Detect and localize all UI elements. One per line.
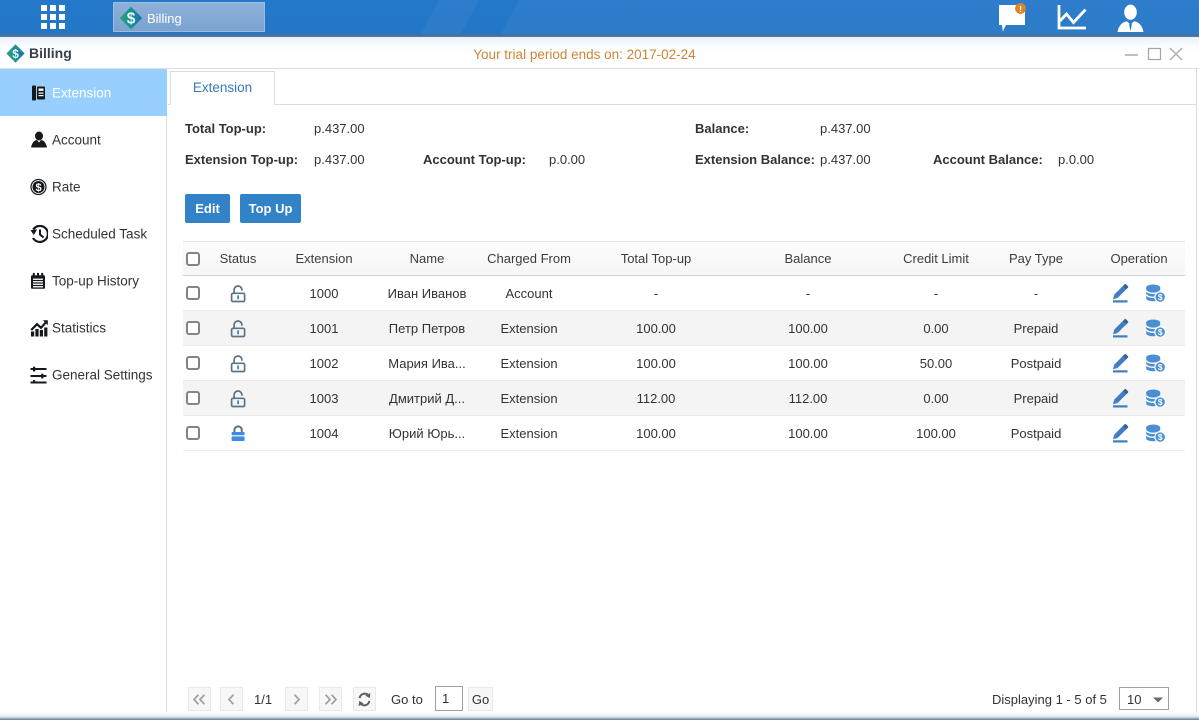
svg-text:$: $ (127, 11, 136, 28)
svg-text:!: ! (1019, 4, 1022, 14)
svg-text:$: $ (35, 182, 41, 194)
